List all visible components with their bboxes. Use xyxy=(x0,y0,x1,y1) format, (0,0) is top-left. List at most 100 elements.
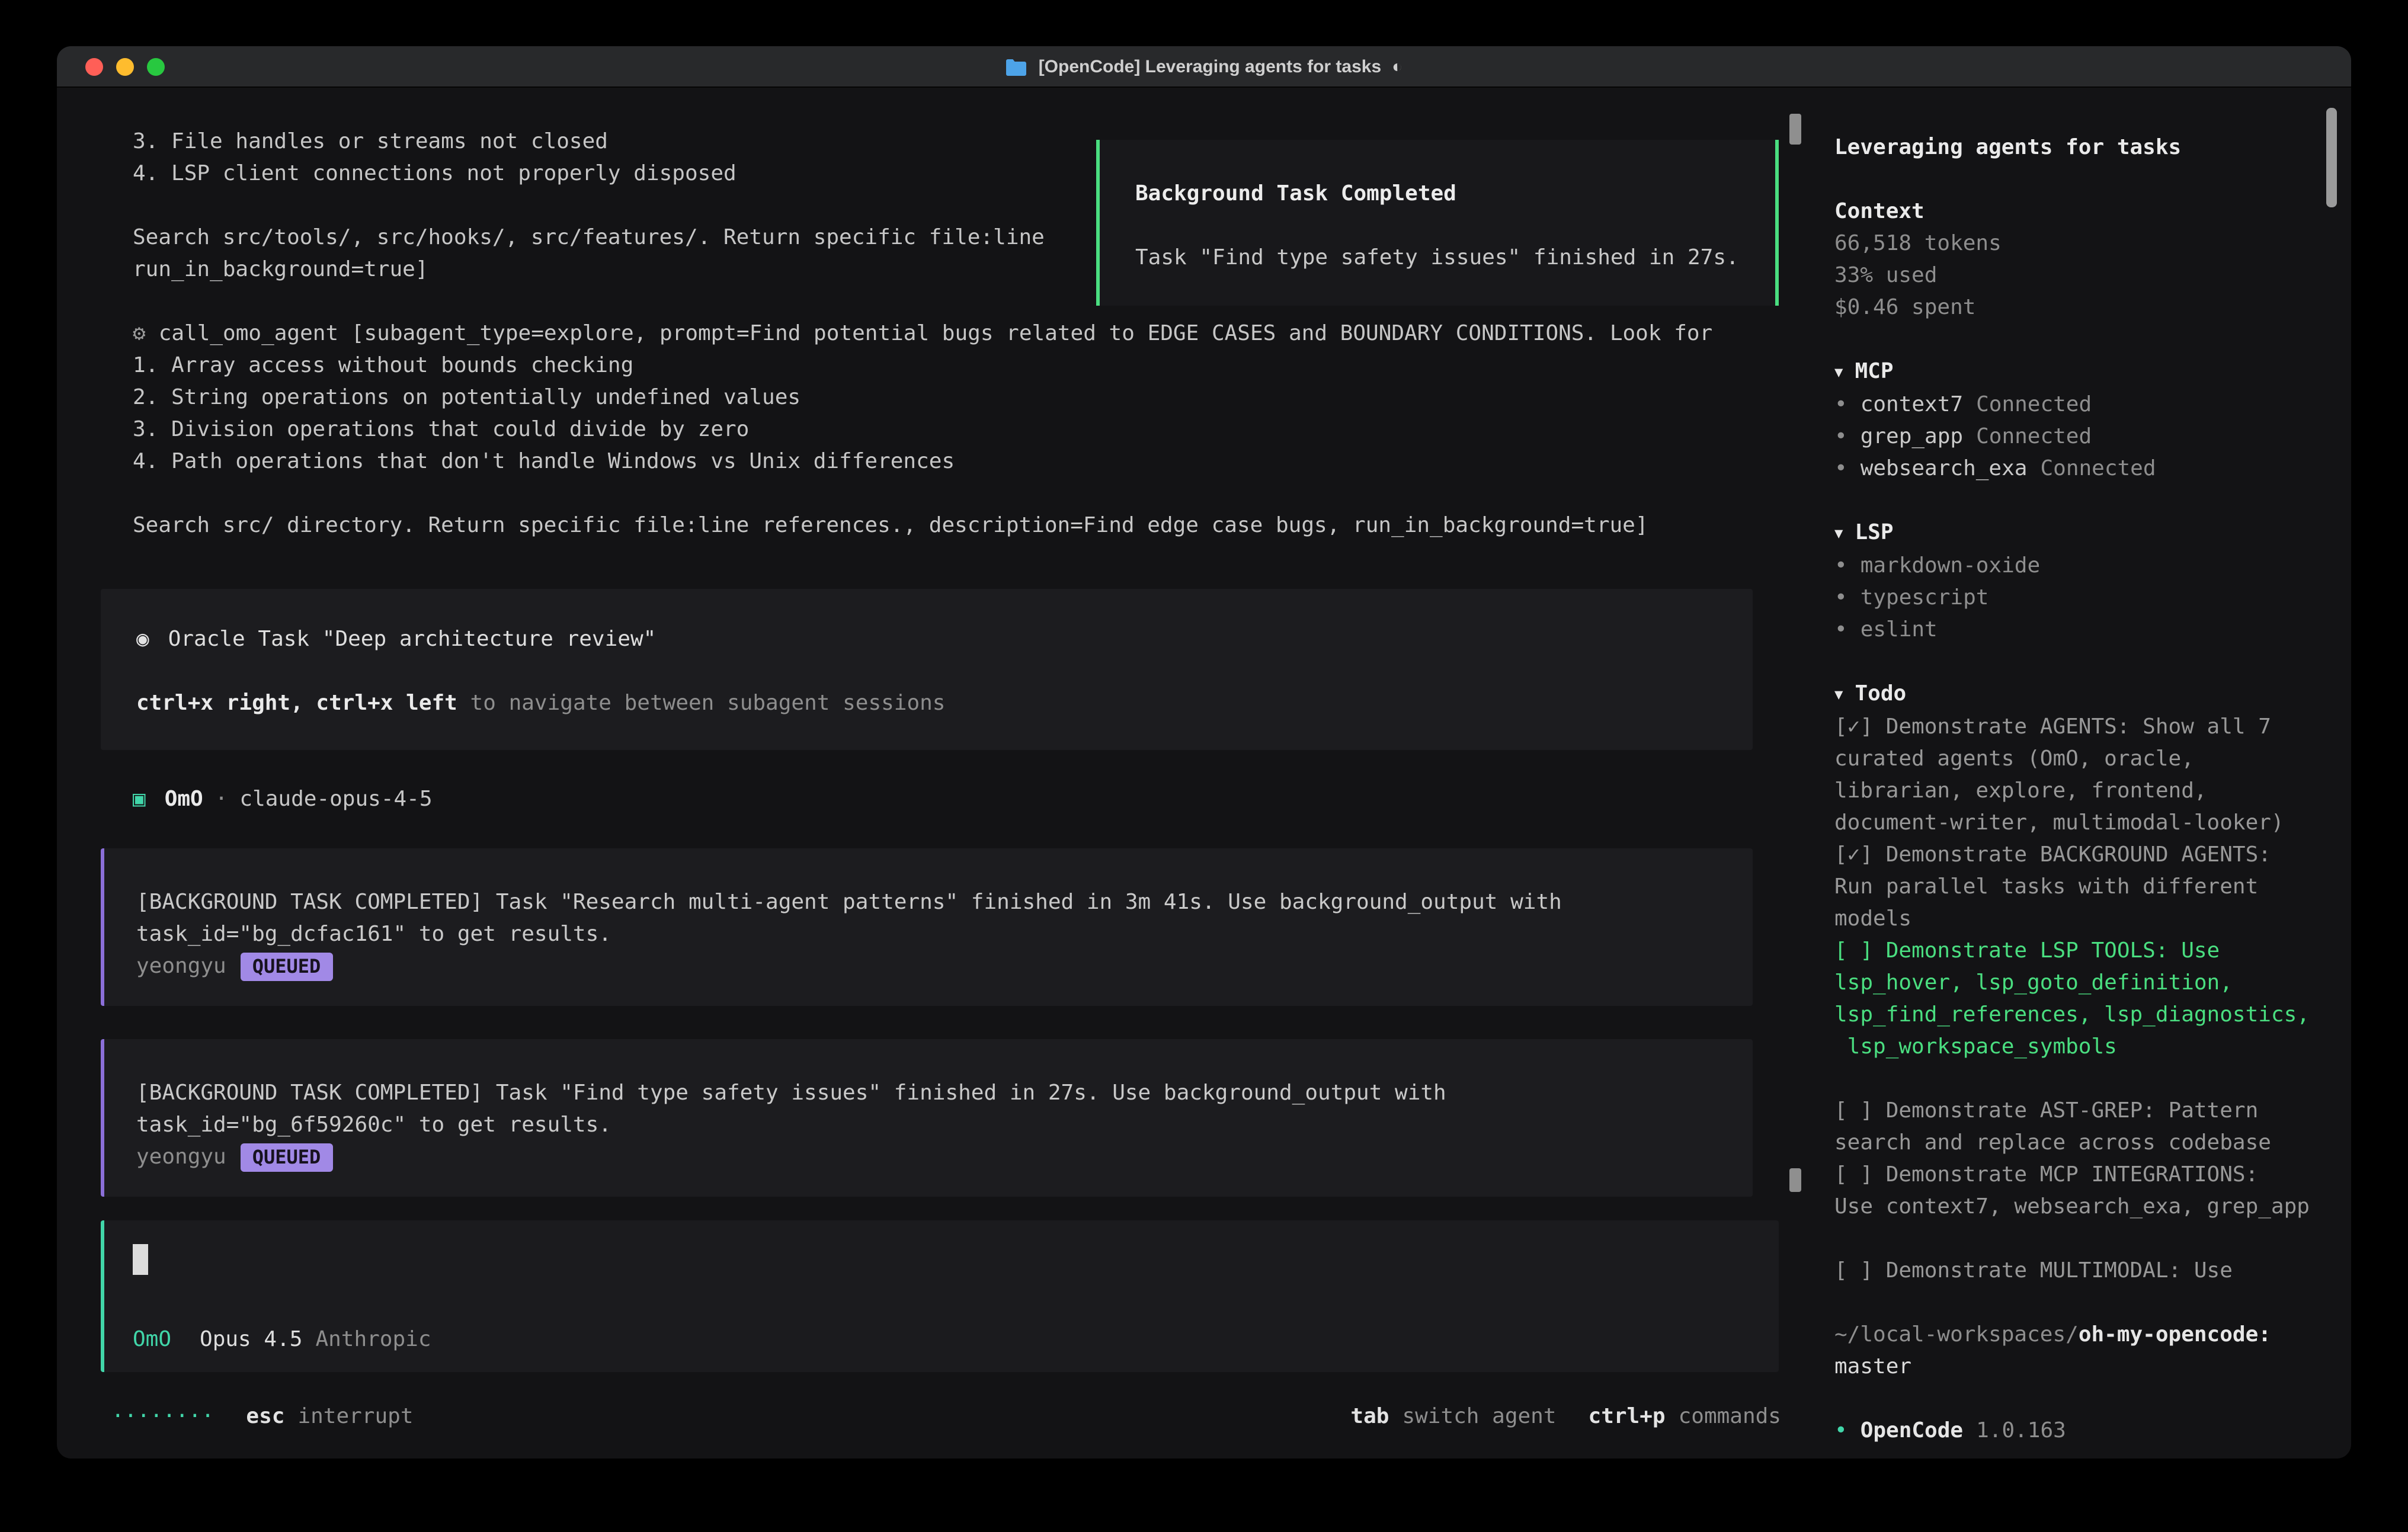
sidebar: Leveraging agents for tasks Context 66,5… xyxy=(1815,88,2351,1459)
tab-key-hint: tab xyxy=(1350,1404,1389,1429)
message-card: [BACKGROUND TASK COMPLETED] Task "Find t… xyxy=(101,1039,1753,1197)
todo-line: lsp_find_references, lsp_diagnostics, xyxy=(1834,999,2323,1031)
traffic-lights xyxy=(85,58,165,76)
todo-line: search and replace across codebase xyxy=(1834,1127,2323,1159)
notification-body: Task "Find type safety issues" finished … xyxy=(1135,242,1751,274)
prompt-input[interactable]: OmOOpus 4.5Anthropic xyxy=(101,1220,1779,1372)
terminal-line: Search src/ directory. Return specific f… xyxy=(101,509,1815,541)
tool-call-text: call_omo_agent [subagent_type=explore, p… xyxy=(159,321,1713,346)
todo-item-active: [ ] Demonstrate LSP TOOLS: Use lsp_hover… xyxy=(1834,935,2323,1063)
lsp-heading-label: LSP xyxy=(1855,520,1893,545)
todo-line: models xyxy=(1834,903,2323,935)
bullet-icon: • xyxy=(1834,392,1847,417)
todo-line: [ ] Demonstrate MULTIMODAL: Use xyxy=(1834,1255,2323,1287)
mcp-heading-label: MCP xyxy=(1855,359,1893,384)
main-scrollbar-thumb-bottom[interactable] xyxy=(1789,1168,1801,1192)
lsp-item-name: typescript xyxy=(1861,585,1989,610)
mcp-item-status: Connected xyxy=(1976,392,2092,417)
mcp-item-name: websearch_exa xyxy=(1861,456,2028,481)
status-moon-icon: ◐ xyxy=(1392,56,1402,76)
desktop: [OpenCode] Leveraging agents for tasks ◐… xyxy=(0,0,2408,1532)
window-title-text: [OpenCode] Leveraging agents for tasks xyxy=(1039,56,1381,76)
todo-item: [ ] Demonstrate MCP INTEGRATIONS: Use co… xyxy=(1834,1159,2323,1223)
minimize-button[interactable] xyxy=(116,58,134,76)
bullet-icon: • xyxy=(1834,553,1847,578)
message-meta: yeongyu QUEUED xyxy=(136,1141,1724,1173)
folder-icon xyxy=(1006,57,1028,75)
window-content: 3. File handles or streams not closed 4.… xyxy=(57,88,2351,1459)
queued-badge: QUEUED xyxy=(241,1143,333,1172)
terminal-line xyxy=(101,477,1815,509)
oracle-task-title-line: ◉ Oracle Task "Deep architecture review" xyxy=(136,623,1721,655)
input-cursor xyxy=(133,1244,148,1275)
workspace-path-prefix: ~/local-workspaces/ xyxy=(1834,1322,2079,1347)
todo-section-heading[interactable]: ▼ Todo xyxy=(1834,678,2323,711)
todo-line: [ ] Demonstrate MCP INTEGRATIONS: xyxy=(1834,1159,2323,1191)
status-bar: ········escinterrupt tabswitch agentctrl… xyxy=(111,1400,1781,1432)
switch-agent-label: switch agent xyxy=(1402,1404,1556,1429)
window-title: [OpenCode] Leveraging agents for tasks ◐ xyxy=(1006,56,1403,76)
sidebar-scrollbar-thumb[interactable] xyxy=(2326,108,2337,207)
chevron-down-icon: ▼ xyxy=(1834,364,1843,380)
terminal-line: 2. String operations on potentially unde… xyxy=(101,382,1815,414)
mcp-item-name: context7 xyxy=(1861,392,1963,417)
todo-item: [✓] Demonstrate AGENTS: Show all 7 curat… xyxy=(1834,711,2323,839)
mcp-item: • context7 Connected xyxy=(1834,389,2323,421)
mcp-item: • websearch_exa Connected xyxy=(1834,453,2323,485)
keyboard-hint: ctrl+x right, ctrl+x left to navigate be… xyxy=(136,687,1721,719)
mcp-item-name: grep_app xyxy=(1861,424,1963,449)
todo-line: curated agents (OmO, oracle, xyxy=(1834,743,2323,775)
input-footer: OmOOpus 4.5Anthropic xyxy=(133,1323,1750,1355)
message-author: yeongyu xyxy=(136,1145,226,1169)
bullet-icon: • xyxy=(1834,617,1847,642)
mcp-item-status: Connected xyxy=(2040,456,2156,481)
todo-line: lsp_workspace_symbols xyxy=(1834,1031,2323,1063)
todo-item: [✓] Demonstrate BACKGROUND AGENTS: Run p… xyxy=(1834,839,2323,935)
zoom-button[interactable] xyxy=(147,58,165,76)
todo-line: librarian, explore, frontend, xyxy=(1834,775,2323,807)
message-text: task_id="bg_6f59260c" to get results. xyxy=(136,1109,1724,1141)
interrupt-label: interrupt xyxy=(297,1404,413,1429)
status-left: ········escinterrupt xyxy=(111,1400,414,1432)
notification-title: Background Task Completed xyxy=(1135,178,1751,210)
agent-header: ▣OmO·claude-opus-4-5 xyxy=(101,783,1815,815)
todo-line: [ ] Demonstrate LSP TOOLS: Use xyxy=(1834,935,2323,967)
lsp-section-heading[interactable]: ▼LSP xyxy=(1834,517,2323,550)
keyboard-hint-text: to navigate between subagent sessions xyxy=(457,691,946,716)
bullet-icon: • xyxy=(1834,424,1847,449)
mcp-item: •grep_appConnected xyxy=(1834,421,2323,453)
lsp-item: •markdown-oxide xyxy=(1834,550,2323,582)
todo-line: Run parallel tasks with different xyxy=(1834,871,2323,903)
todo-item: [ ] Demonstrate AST-GREP: Pattern search… xyxy=(1834,1095,2323,1159)
bullet-icon: • xyxy=(1834,585,1847,610)
main-scrollbar-thumb-top[interactable] xyxy=(1789,114,1801,145)
bullet-icon: • xyxy=(1834,456,1847,481)
todo-line: document-writer, multimodal-looker) xyxy=(1834,807,2323,839)
tool-call-block: ⚙call_omo_agent [subagent_type=explore, … xyxy=(101,318,1815,541)
message-text: [BACKGROUND TASK COMPLETED] Task "Resear… xyxy=(136,886,1724,918)
message-card: [BACKGROUND TASK COMPLETED] Task "Resear… xyxy=(101,848,1753,1006)
spinner-dots: ········ xyxy=(111,1404,214,1429)
close-button[interactable] xyxy=(85,58,103,76)
todo-line: lsp_hover, lsp_goto_definition, xyxy=(1834,967,2323,999)
tool-call-header: ⚙call_omo_agent [subagent_type=explore, … xyxy=(101,318,1815,350)
terminal-line: 4. Path operations that don't handle Win… xyxy=(101,446,1815,477)
background-task-notification: Background Task Completed Task "Find typ… xyxy=(1096,140,1779,306)
titlebar[interactable]: [OpenCode] Leveraging agents for tasks ◐ xyxy=(57,46,2351,88)
message-text: task_id="bg_dcfac161" to get results. xyxy=(136,918,1724,950)
oracle-task-title: Oracle Task "Deep architecture review" xyxy=(168,627,657,652)
context-used: 33% used xyxy=(1834,259,2323,291)
terminal-line: 3. Division operations that could divide… xyxy=(101,414,1815,446)
oracle-icon: ◉ xyxy=(136,627,149,652)
message-author: yeongyu xyxy=(136,954,226,979)
mcp-section-heading[interactable]: ▼ MCP xyxy=(1834,355,2323,389)
bullet-icon: • xyxy=(1834,1418,1847,1443)
oracle-task-panel[interactable]: ◉Oracle Task "Deep architecture review" … xyxy=(101,589,1753,750)
todo-heading-label: Todo xyxy=(1855,681,1906,706)
chevron-down-icon: ▼ xyxy=(1834,686,1843,703)
agent-name: OmO xyxy=(165,787,203,812)
message-meta: yeongyuQUEUED xyxy=(136,950,1724,982)
keyboard-hint-keys: ctrl+x right, ctrl+x left xyxy=(136,691,457,716)
opencode-version-number: 1.0.163 xyxy=(1976,1418,2066,1443)
lsp-item: • typescript xyxy=(1834,582,2323,614)
